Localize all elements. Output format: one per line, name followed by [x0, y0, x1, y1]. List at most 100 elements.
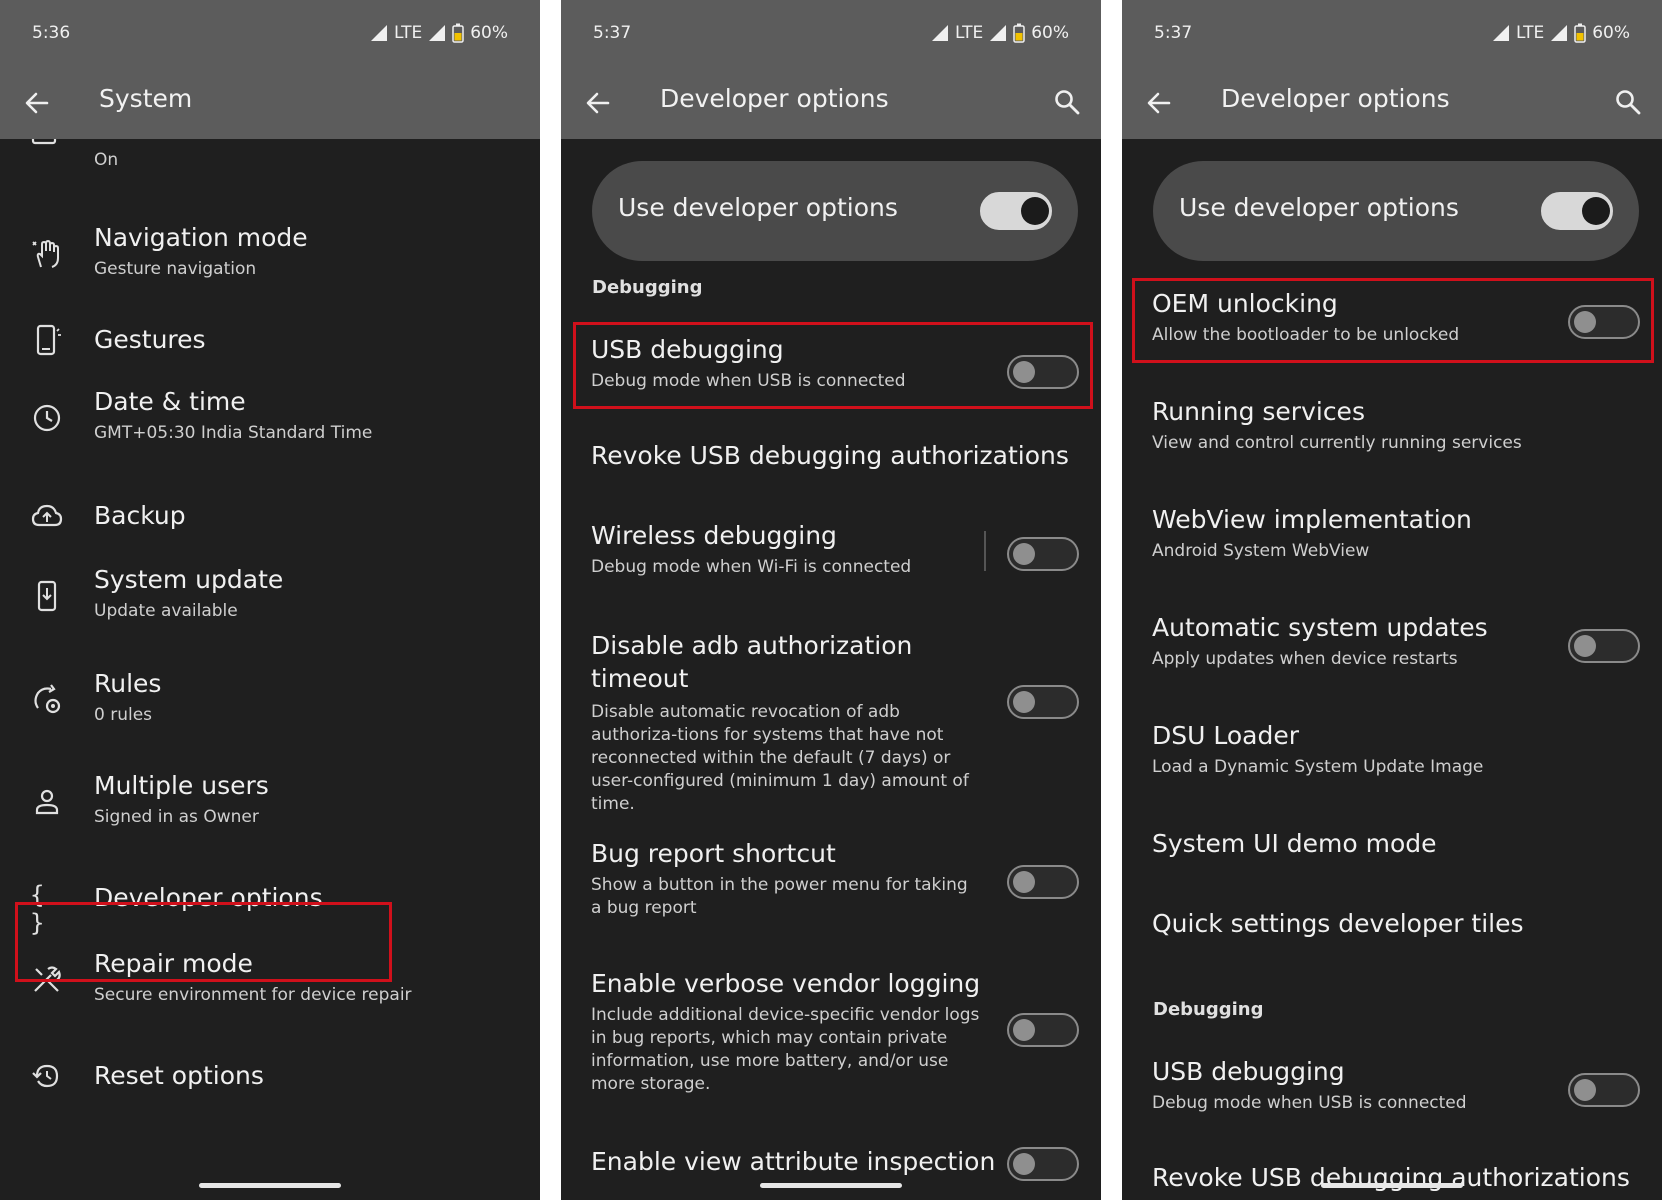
back-arrow-icon[interactable] [22, 88, 52, 118]
wireless-debugging-toggle[interactable] [1007, 537, 1079, 571]
use-developer-options-switch[interactable]: Use developer options [1153, 161, 1639, 261]
status-bar: 5:37 LTE 60% [1122, 0, 1662, 66]
setting-revoke-usb-auth[interactable]: Revoke USB debugging authorizations [561, 441, 1101, 501]
signal-icon [429, 25, 446, 41]
setting-disable-adb-timeout[interactable]: Disable adb authorization timeout Disabl… [561, 629, 1101, 814]
settings-list: On Navigation mode Gesture navigation Ge… [0, 139, 540, 1200]
settings-list: Use developer options Debugging USB debu… [561, 139, 1101, 1200]
master-toggle[interactable] [980, 192, 1052, 230]
toggle-knob [1574, 635, 1596, 657]
home-indicator[interactable] [760, 1183, 902, 1188]
setting-running-services[interactable]: Running services View and control curren… [1122, 397, 1662, 477]
item-title: Reset options [94, 1061, 264, 1090]
highlight-box [1132, 278, 1654, 363]
auto-updates-toggle[interactable] [1568, 629, 1640, 663]
master-switch-label: Use developer options [618, 193, 898, 222]
toggle-knob [1013, 1153, 1035, 1175]
network-type: LTE [1515, 23, 1545, 43]
setting-view-attribute-inspection[interactable]: Enable view attribute inspection [561, 1147, 1101, 1197]
item-title: Wireless debugging [591, 521, 837, 550]
bug-report-toggle[interactable] [1007, 865, 1079, 899]
battery-icon [1013, 23, 1025, 43]
highlight-box [573, 322, 1093, 409]
settings-item-system-update[interactable]: System update Update available [0, 565, 540, 645]
item-title: Disable adb authorization timeout [591, 631, 913, 693]
setting-revoke-usb-auth[interactable]: Revoke USB debugging authorizations [1122, 1163, 1662, 1200]
search-icon[interactable] [1614, 88, 1642, 116]
signal-icon [1492, 25, 1509, 41]
toggle-knob [1013, 871, 1035, 893]
master-switch-label: Use developer options [1179, 193, 1459, 222]
setting-usb-debugging[interactable]: USB debugging Debug mode when USB is con… [1122, 1057, 1662, 1137]
item-title: DSU Loader [1152, 721, 1299, 750]
battery-level: 60% [470, 23, 508, 43]
setting-automatic-system-updates[interactable]: Automatic system updates Apply updates w… [1122, 613, 1662, 693]
signal-icon [370, 25, 387, 41]
app-bar: System [0, 66, 540, 139]
item-subtitle: Signed in as Owner [94, 807, 259, 827]
settings-item-navigation-mode[interactable]: Navigation mode Gesture navigation [0, 223, 540, 303]
setting-webview-implementation[interactable]: WebView implementation Android System We… [1122, 505, 1662, 585]
item-title: Rules [94, 669, 162, 698]
toggle-knob [1021, 197, 1049, 225]
status-time: 5:37 [593, 23, 632, 43]
view-attribute-toggle[interactable] [1007, 1147, 1079, 1181]
settings-item-rules[interactable]: Rules 0 rules [0, 669, 540, 749]
toggle-knob [1574, 1079, 1596, 1101]
gesture-hand-icon [32, 239, 59, 268]
item-subtitle: Load a Dynamic System Update Image [1152, 757, 1484, 777]
use-developer-options-switch[interactable]: Use developer options [592, 161, 1078, 261]
item-title: Backup [94, 501, 186, 530]
keyboard-icon [31, 139, 57, 145]
item-title: Date & time [94, 387, 246, 416]
item-title: System UI demo mode [1152, 829, 1437, 858]
item-title: Navigation mode [94, 223, 308, 252]
setting-verbose-vendor-logging[interactable]: Enable verbose vendor logging Include ad… [561, 969, 1101, 1109]
setting-quick-settings-tiles[interactable]: Quick settings developer tiles [1122, 909, 1662, 959]
toggle-knob [1582, 197, 1610, 225]
page-title: Developer options [1221, 84, 1450, 113]
settings-item-backup[interactable]: Backup [0, 489, 540, 559]
setting-dsu-loader[interactable]: DSU Loader Load a Dynamic System Update … [1122, 721, 1662, 801]
item-subtitle: Secure environment for device repair [94, 985, 412, 1005]
app-bar: Developer options [561, 66, 1101, 139]
toggle-knob [1013, 691, 1035, 713]
setting-wireless-debugging[interactable]: Wireless debugging Debug mode when Wi-Fi… [561, 521, 1101, 601]
item-subtitle: Debug mode when USB is connected [1152, 1093, 1467, 1113]
setting-bug-report-shortcut[interactable]: Bug report shortcut Show a button in the… [561, 839, 1101, 929]
master-toggle[interactable] [1541, 192, 1613, 230]
toggle-knob [1013, 1019, 1035, 1041]
item-subtitle: 0 rules [94, 705, 153, 725]
item-title: WebView implementation [1152, 505, 1472, 534]
list-item[interactable]: On [0, 139, 540, 183]
back-arrow-icon[interactable] [1144, 88, 1174, 118]
search-icon[interactable] [1053, 88, 1081, 116]
item-title: Enable view attribute inspection [591, 1147, 996, 1176]
item-subtitle: Update available [94, 601, 238, 621]
rules-icon [34, 684, 61, 714]
highlight-box [15, 902, 392, 982]
item-title: Multiple users [94, 771, 269, 800]
status-bar: 5:37 LTE 60% [561, 0, 1101, 66]
verbose-logging-toggle[interactable] [1007, 1013, 1079, 1047]
battery-icon [1574, 23, 1586, 43]
developer-options-panel-scrolled: 5:37 LTE 60% Developer options Use devel… [1122, 0, 1662, 1200]
settings-item-gestures[interactable]: Gestures [0, 309, 540, 379]
setting-system-ui-demo-mode[interactable]: System UI demo mode [1122, 829, 1662, 879]
settings-item-multiple-users[interactable]: Multiple users Signed in as Owner [0, 771, 540, 851]
adb-timeout-toggle[interactable] [1007, 685, 1079, 719]
home-indicator[interactable] [1321, 1183, 1463, 1188]
item-title: Quick settings developer tiles [1152, 909, 1524, 938]
usb-debugging-toggle[interactable] [1568, 1073, 1640, 1107]
item-title: Gestures [94, 325, 206, 354]
cloud-upload-icon [31, 504, 63, 527]
item-subtitle: On [94, 150, 119, 170]
settings-item-date-time[interactable]: Date & time GMT+05:30 India Standard Tim… [0, 387, 540, 467]
back-arrow-icon[interactable] [583, 88, 613, 118]
settings-item-reset-options[interactable]: Reset options [0, 1045, 540, 1115]
status-bar: 5:36 LTE 60% [0, 0, 540, 66]
toggle-knob [1013, 543, 1035, 565]
developer-options-panel: 5:37 LTE 60% Developer options Use devel… [561, 0, 1101, 1200]
home-indicator[interactable] [199, 1183, 341, 1188]
item-subtitle: Apply updates when device restarts [1152, 649, 1458, 669]
